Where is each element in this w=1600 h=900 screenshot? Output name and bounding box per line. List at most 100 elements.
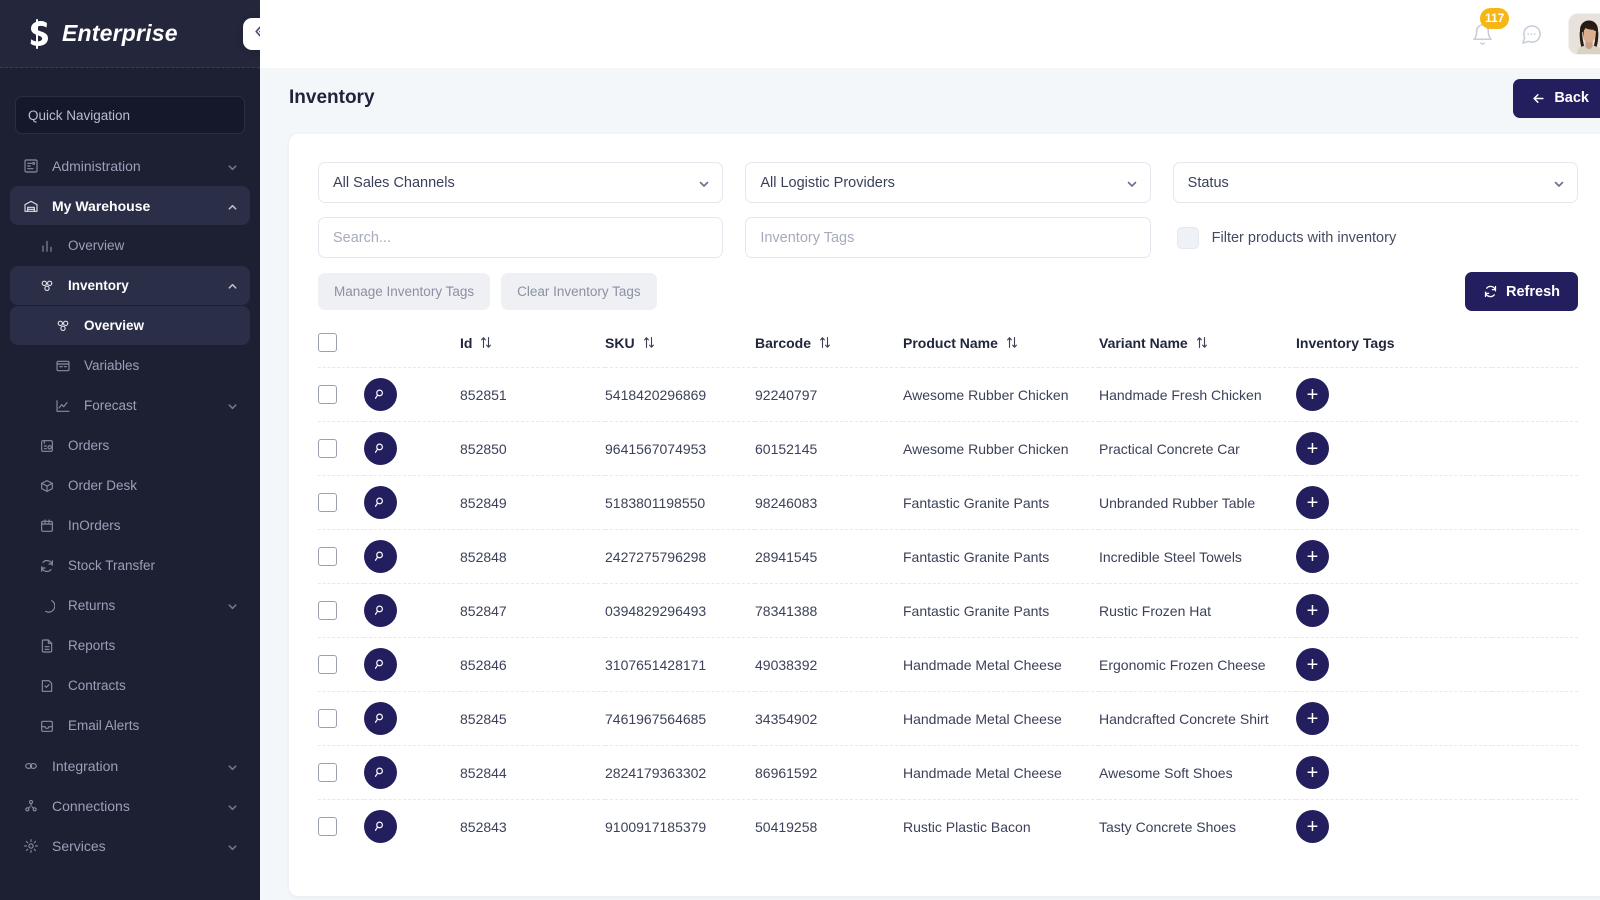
search-input[interactable]: [318, 217, 723, 258]
table-row[interactable]: 852845746196756468534354902Handmade Meta…: [318, 692, 1578, 746]
sidebar-item-order-desk[interactable]: Order Desk: [10, 466, 250, 505]
sidebar-item-administration[interactable]: Administration: [10, 146, 250, 185]
row-checkbox[interactable]: [318, 385, 337, 404]
sidebar-item-orders[interactable]: Orders: [10, 426, 250, 465]
add-inventory-tag-button[interactable]: +: [1296, 648, 1329, 681]
add-inventory-tag-button[interactable]: +: [1296, 594, 1329, 627]
add-inventory-tag-button[interactable]: +: [1296, 702, 1329, 735]
sidebar-item-integration[interactable]: Integration: [10, 746, 250, 785]
row-select-cell: [318, 530, 364, 584]
cell-barcode: 60152145: [755, 422, 903, 476]
avatar[interactable]: [1569, 14, 1600, 54]
chevron-double-left-icon: [252, 24, 261, 44]
table-row[interactable]: 852847039482929649378341388Fantastic Gra…: [318, 584, 1578, 638]
manage-inventory-tags-button[interactable]: Manage Inventory Tags: [318, 273, 490, 310]
add-inventory-tag-button[interactable]: +: [1296, 486, 1329, 519]
sidebar-item-reports[interactable]: Reports: [10, 626, 250, 665]
row-checkbox[interactable]: [318, 817, 337, 836]
table-row[interactable]: 852850964156707495360152145Awesome Rubbe…: [318, 422, 1578, 476]
row-checkbox[interactable]: [318, 439, 337, 458]
row-inspect-button[interactable]: [364, 378, 397, 411]
clear-inventory-tags-button[interactable]: Clear Inventory Tags: [501, 273, 657, 310]
filter-with-inventory-checkbox[interactable]: [1177, 227, 1199, 249]
table-row[interactable]: 852851541842029686992240797Awesome Rubbe…: [318, 368, 1578, 422]
page-title: Inventory: [289, 87, 375, 109]
row-inspect-button[interactable]: [364, 648, 397, 681]
magnifier-icon: [373, 819, 388, 834]
notifications-button[interactable]: 117: [1471, 23, 1494, 46]
select-all-checkbox[interactable]: [318, 333, 337, 352]
sidebar-item-variables[interactable]: Variables: [10, 346, 250, 385]
sort-toggle-icon[interactable]: [819, 336, 831, 349]
row-checkbox[interactable]: [318, 601, 337, 620]
status-select[interactable]: Status: [1173, 162, 1578, 203]
row-checkbox[interactable]: [318, 655, 337, 674]
table-row[interactable]: 852843910091718537950419258Rustic Plasti…: [318, 800, 1578, 854]
cell-sku: 3107651428171: [605, 638, 755, 692]
column-header-variant_name[interactable]: Variant Name: [1099, 333, 1296, 368]
sidebar-collapse-button[interactable]: [243, 18, 260, 50]
logistic-provider-select[interactable]: All Logistic Providers: [745, 162, 1150, 203]
sidebar-item-my-warehouse[interactable]: My Warehouse: [10, 186, 250, 225]
row-inspect-button[interactable]: [364, 756, 397, 789]
row-checkbox[interactable]: [318, 547, 337, 566]
cell-status: [1492, 530, 1578, 584]
quick-navigation-input[interactable]: Quick Navigation: [15, 96, 245, 134]
row-checkbox[interactable]: [318, 493, 337, 512]
column-header-product_name[interactable]: Product Name: [903, 333, 1099, 368]
sidebar-item-stock-transfer[interactable]: Stock Transfer: [10, 546, 250, 585]
cell-status: [1492, 692, 1578, 746]
add-inventory-tag-button[interactable]: +: [1296, 540, 1329, 573]
sidebar-item-forecast[interactable]: Forecast: [10, 386, 250, 425]
table-row[interactable]: 852849518380119855098246083Fantastic Gra…: [318, 476, 1578, 530]
sidebar-item-overview[interactable]: Overview: [10, 226, 250, 265]
add-inventory-tag-button[interactable]: +: [1296, 378, 1329, 411]
inventory-tags-input[interactable]: [745, 217, 1150, 258]
column-header-id[interactable]: Id: [460, 333, 605, 368]
sidebar-item-services[interactable]: Services: [10, 826, 250, 865]
cell-variant-name: Practical Concrete Car: [1099, 422, 1296, 476]
column-header-sku[interactable]: SKU: [605, 333, 755, 368]
sidebar-item-returns[interactable]: Returns: [10, 586, 250, 625]
sort-toggle-icon[interactable]: [480, 336, 492, 349]
row-inspect-button[interactable]: [364, 432, 397, 465]
plus-icon: +: [1307, 385, 1319, 405]
column-header-barcode[interactable]: Barcode: [755, 333, 903, 368]
row-inspect-button[interactable]: [364, 594, 397, 627]
contract-icon: [38, 677, 56, 695]
row-inspect-button[interactable]: [364, 702, 397, 735]
add-inventory-tag-button[interactable]: +: [1296, 756, 1329, 789]
refresh-icon: [38, 557, 56, 575]
row-inspect-button[interactable]: [364, 486, 397, 519]
cell-barcode: 92240797: [755, 368, 903, 422]
row-checkbox[interactable]: [318, 709, 337, 728]
select-all-header: [318, 333, 364, 368]
row-inspect-button[interactable]: [364, 810, 397, 843]
sidebar-item-overview[interactable]: Overview: [10, 306, 250, 345]
table-row[interactable]: 852844282417936330286961592Handmade Meta…: [318, 746, 1578, 800]
sales-channel-select[interactable]: All Sales Channels: [318, 162, 723, 203]
row-inspect-button[interactable]: [364, 540, 397, 573]
sort-toggle-icon[interactable]: [1006, 336, 1018, 349]
messages-button[interactable]: [1520, 23, 1543, 46]
refresh-button[interactable]: Refresh: [1465, 272, 1578, 311]
sidebar-item-connections[interactable]: Connections: [10, 786, 250, 825]
cell-status: [1492, 638, 1578, 692]
sidebar-item-label: Order Desk: [68, 478, 238, 493]
magnifier-icon: [373, 657, 388, 672]
chevron-down-icon: [227, 600, 238, 611]
sidebar-item-contracts[interactable]: Contracts: [10, 666, 250, 705]
table-row[interactable]: 852848242727579629828941545Fantastic Gra…: [318, 530, 1578, 584]
row-action-cell: [364, 638, 460, 692]
sidebar-item-email-alerts[interactable]: Email Alerts: [10, 706, 250, 745]
row-checkbox[interactable]: [318, 763, 337, 782]
sort-toggle-icon[interactable]: [643, 336, 655, 349]
cell-variant-name: Handcrafted Concrete Shirt: [1099, 692, 1296, 746]
back-button[interactable]: Back: [1513, 79, 1600, 118]
table-row[interactable]: 852846310765142817149038392Handmade Meta…: [318, 638, 1578, 692]
add-inventory-tag-button[interactable]: +: [1296, 810, 1329, 843]
sidebar-item-inorders[interactable]: InOrders: [10, 506, 250, 545]
sort-toggle-icon[interactable]: [1196, 336, 1208, 349]
add-inventory-tag-button[interactable]: +: [1296, 432, 1329, 465]
sidebar-item-inventory[interactable]: Inventory: [10, 266, 250, 305]
